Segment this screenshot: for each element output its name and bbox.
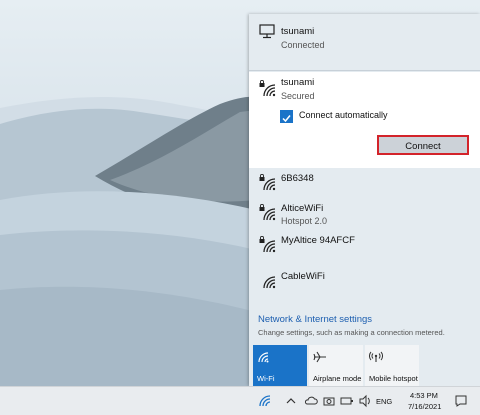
wifi-secured-icon (259, 173, 279, 192)
wifi-secured-icon (259, 203, 279, 222)
network-flyout: tsunami Connected tsunami Secured Connec… (249, 14, 480, 386)
network-status: Connected (281, 40, 325, 50)
volume-icon[interactable] (358, 394, 372, 408)
battery-icon[interactable] (340, 394, 354, 408)
wifi-toggle[interactable]: Wi-Fi (253, 345, 307, 386)
wifi-secured-icon (259, 235, 279, 254)
network-settings-description: Change settings, such as making a connec… (258, 328, 445, 337)
network-item-current[interactable]: tsunami Connected (249, 14, 480, 70)
monitor-network-icon (259, 24, 279, 42)
checkmark-icon (282, 115, 291, 123)
network-name: tsunami (281, 77, 315, 88)
network-settings-link[interactable]: Network & Internet settings (258, 314, 372, 325)
network-status: Secured (281, 91, 315, 101)
camera-icon[interactable] (322, 394, 336, 408)
notification-icon[interactable] (454, 394, 468, 408)
wifi-icon (257, 350, 271, 363)
network-name: AlticeWiFi (281, 203, 324, 214)
network-name: MyAltice 94AFCF (281, 235, 355, 246)
network-item[interactable]: CableWiFi (249, 268, 480, 296)
chevron-up-icon[interactable] (284, 394, 298, 408)
clock-time[interactable]: 4:53 PM (410, 391, 438, 400)
airplane-icon (313, 350, 327, 363)
connect-button[interactable]: Connect (377, 135, 469, 155)
airplane-mode-label: Airplane mode (313, 374, 362, 383)
hotspot-icon (369, 350, 383, 362)
network-tray-icon[interactable] (258, 394, 272, 408)
mobile-hotspot-toggle[interactable]: Mobile hotspot (365, 345, 419, 386)
network-name: tsunami (281, 26, 315, 37)
connect-automatically-label: Connect automatically (299, 110, 388, 120)
wifi-label: Wi-Fi (257, 374, 275, 383)
language-indicator[interactable]: ENG (376, 397, 392, 406)
clock-date[interactable]: 7/16/2021 (408, 402, 441, 411)
network-status: Hotspot 2.0 (281, 216, 328, 226)
divider (249, 70, 480, 71)
network-name: CableWiFi (281, 271, 325, 282)
network-item[interactable]: AlticeWiFi Hotspot 2.0 (249, 200, 480, 228)
taskbar: ENG 4:53 PM 7/16/2021 (0, 386, 480, 415)
network-name: 6B6348 (281, 173, 314, 184)
wifi-secured-icon (259, 79, 279, 98)
airplane-mode-toggle[interactable]: Airplane mode (309, 345, 363, 386)
mobile-hotspot-label: Mobile hotspot (369, 374, 418, 383)
wifi-icon (259, 272, 279, 290)
connect-automatically-checkbox[interactable] (280, 110, 293, 123)
network-item[interactable]: MyAltice 94AFCF (249, 232, 480, 260)
cloud-icon[interactable] (304, 394, 318, 408)
network-item[interactable]: 6B6348 (249, 170, 480, 198)
